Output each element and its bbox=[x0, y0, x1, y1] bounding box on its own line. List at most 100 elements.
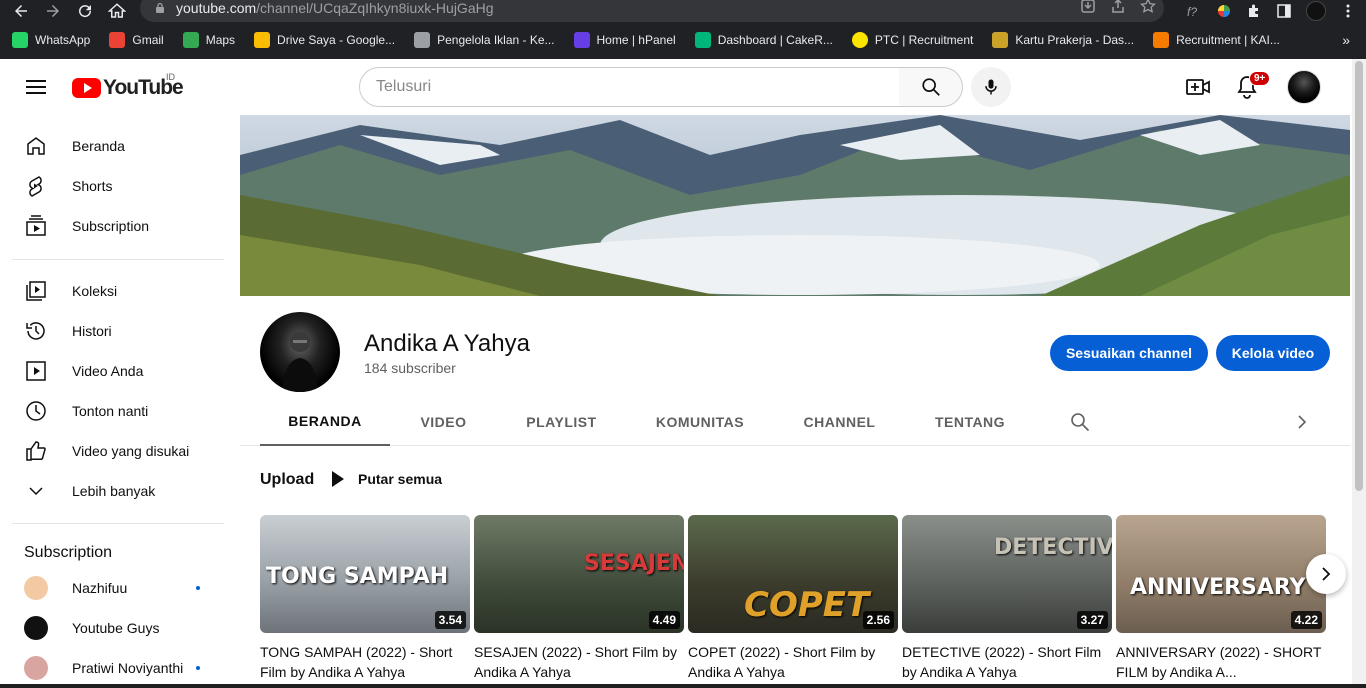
sidebar-item-histori[interactable]: Histori bbox=[12, 311, 224, 351]
sidebar-item-label: Video yang disukai bbox=[72, 443, 190, 459]
cakeresume-icon bbox=[694, 32, 711, 48]
lock-icon bbox=[156, 2, 164, 13]
sidebar-item-tonton-nanti[interactable]: Tonton nanti bbox=[12, 391, 224, 431]
tab-beranda[interactable]: BERANDA bbox=[260, 398, 390, 446]
tab-playlist[interactable]: PLAYLIST bbox=[502, 398, 621, 446]
sidebar-item-shorts[interactable]: Shorts bbox=[12, 166, 224, 206]
tab-tentang[interactable]: TENTANG bbox=[908, 398, 1032, 446]
video-title[interactable]: DETECTIVE (2022) - Short Film by Andika … bbox=[902, 642, 1112, 682]
create-video-icon[interactable] bbox=[1185, 75, 1211, 99]
sidebar-item-label: Tonton nanti bbox=[72, 403, 149, 419]
reload-button[interactable] bbox=[74, 0, 96, 22]
video-card[interactable]: DETECTIVE 3.27 DETECTIVE (2022) - Short Fi… bbox=[902, 515, 1112, 682]
bookmark-item[interactable]: Maps bbox=[182, 32, 235, 48]
video-title[interactable]: TONG SAMPAH (2022) - Short Film by Andik… bbox=[260, 642, 470, 682]
sidebar-item-subscription[interactable]: Subscription bbox=[12, 206, 224, 246]
customize-channel-button[interactable]: Sesuaikan channel bbox=[1050, 335, 1208, 371]
subscription-item[interactable]: Youtube Guys bbox=[12, 608, 224, 648]
video-card[interactable]: TONG SAMPAH 3.54 TONG SAMPAH (2022) - Shor… bbox=[260, 515, 470, 682]
video-card[interactable]: ANNIVERSARY 4.22 ANNIVERSARY (2022) - SHOR… bbox=[1116, 515, 1326, 682]
address-bar[interactable]: youtube.com/channel/UCqaZqIhkyn8iuxk-Huj… bbox=[140, 0, 1164, 22]
video-thumbnail[interactable]: SESAJEN 4.49 bbox=[474, 515, 684, 633]
tab-video[interactable]: VIDEO bbox=[390, 398, 497, 446]
bookmarks-bar: WhatsApp Gmail Maps Drive Saya - Google... P… bbox=[0, 28, 1366, 52]
sidebar-item-beranda[interactable]: Beranda bbox=[12, 126, 224, 166]
video-thumbnail[interactable]: TONG SAMPAH 3.54 bbox=[260, 515, 470, 633]
video-duration: 3.54 bbox=[434, 611, 466, 629]
manage-videos-button[interactable]: Kelola video bbox=[1216, 335, 1330, 371]
bookmark-item[interactable]: Dashboard | CakeR... bbox=[694, 32, 833, 48]
bookmark-item[interactable]: Recruitment | KAI... bbox=[1153, 32, 1280, 48]
video-card[interactable]: SESAJEN 4.49 SESAJEN (2022) - Short Film b… bbox=[474, 515, 684, 682]
bookmarks-overflow-button[interactable]: » bbox=[1342, 32, 1350, 48]
share-icon[interactable] bbox=[1110, 0, 1126, 14]
channel-banner bbox=[240, 115, 1350, 296]
browser-profile-avatar[interactable] bbox=[1306, 1, 1326, 21]
back-button[interactable] bbox=[10, 0, 32, 22]
formula-extension-icon[interactable]: f? bbox=[1186, 3, 1202, 19]
history-icon bbox=[26, 322, 45, 340]
bookmark-item[interactable]: PTC | Recruitment bbox=[851, 32, 973, 48]
channel-search-icon[interactable] bbox=[1070, 412, 1090, 432]
sidebar-divider bbox=[12, 523, 224, 524]
page-scrollbar[interactable] bbox=[1352, 59, 1366, 688]
channel-name: Andika A Yahya bbox=[364, 330, 530, 357]
sidebar-item-koleksi[interactable]: Koleksi bbox=[12, 271, 224, 311]
search-input[interactable]: Telusuri bbox=[359, 67, 900, 107]
shelf-title[interactable]: Upload bbox=[260, 471, 314, 489]
bookmark-item[interactable]: Drive Saya - Google... bbox=[254, 32, 395, 48]
channel-avatar-photo bbox=[282, 332, 318, 392]
sidebar: Beranda Shorts Subscription Koleksi Histori V… bbox=[0, 115, 240, 688]
video-title[interactable]: SESAJEN (2022) - Short Film by Andika A … bbox=[474, 642, 684, 682]
forward-button[interactable] bbox=[42, 0, 64, 22]
chevron-right-icon[interactable] bbox=[1294, 414, 1310, 430]
hamburger-menu-button[interactable] bbox=[24, 76, 48, 98]
account-avatar[interactable] bbox=[1287, 70, 1321, 104]
voice-search-button[interactable] bbox=[971, 67, 1011, 107]
shelf-next-button[interactable] bbox=[1306, 554, 1346, 594]
bookmark-item[interactable]: WhatsApp bbox=[12, 32, 90, 48]
video-card[interactable]: COPET 2.56 COPET (2022) - Short Film by An… bbox=[688, 515, 898, 682]
tab-komunitas[interactable]: KOMUNITAS bbox=[630, 398, 770, 446]
arrow-left-icon bbox=[15, 5, 27, 17]
liked-icon bbox=[26, 441, 46, 461]
subscription-item[interactable]: Nazhifuu bbox=[12, 568, 224, 608]
bookmark-item[interactable]: Home | hPanel bbox=[573, 32, 676, 48]
video-title[interactable]: COPET (2022) - Short Film by Andika A Ya… bbox=[688, 642, 898, 682]
video-thumbnail[interactable]: DETECTIVE 3.27 bbox=[902, 515, 1112, 633]
subscriptions-icon bbox=[26, 215, 46, 236]
bookmark-item[interactable]: Kartu Prakerja - Das... bbox=[992, 32, 1134, 48]
sidepanel-icon[interactable] bbox=[1276, 3, 1292, 19]
install-icon[interactable] bbox=[1080, 0, 1096, 14]
video-title[interactable]: ANNIVERSARY (2022) - SHORT FILM by Andik… bbox=[1116, 642, 1326, 682]
kebab-menu-icon[interactable] bbox=[1340, 3, 1356, 19]
subscription-name: Pratiwi Noviyanthi bbox=[72, 660, 184, 676]
play-all-button[interactable]: Putar semua bbox=[332, 471, 442, 487]
extensions-row: f? bbox=[1186, 0, 1356, 22]
channel-avatar[interactable] bbox=[260, 312, 340, 392]
chevron-right-icon bbox=[1322, 567, 1331, 581]
thumbnail-title-art: TONG SAMPAH bbox=[266, 564, 449, 589]
subscription-item[interactable]: Pratiwi Noviyanthi bbox=[12, 648, 224, 688]
sidebar-item-lebih-banyak[interactable]: Lebih banyak bbox=[12, 471, 224, 511]
video-thumbnail[interactable]: ANNIVERSARY 4.22 bbox=[1116, 515, 1326, 633]
sidebar-item-video-anda[interactable]: Video Anda bbox=[12, 351, 224, 391]
puzzle-icon[interactable] bbox=[1246, 3, 1262, 19]
library-icon bbox=[26, 281, 46, 301]
sidebar-item-label: Lebih banyak bbox=[72, 483, 156, 499]
tab-channel[interactable]: CHANNEL bbox=[780, 398, 899, 446]
thumbnail-title-art: COPET bbox=[744, 585, 870, 625]
color-extension-icon[interactable] bbox=[1216, 3, 1232, 19]
garuda-icon bbox=[992, 32, 1009, 48]
star-icon[interactable] bbox=[1140, 0, 1156, 14]
kai-icon bbox=[1153, 32, 1170, 48]
bookmark-item[interactable]: Pengelola Iklan - Ke... bbox=[414, 32, 555, 48]
bookmark-item[interactable]: Gmail bbox=[109, 32, 164, 48]
sidebar-item-video-yang-disukai[interactable]: Video yang disukai bbox=[12, 431, 224, 471]
home-button[interactable] bbox=[106, 0, 128, 22]
video-thumbnail[interactable]: COPET 2.56 bbox=[688, 515, 898, 633]
search-button[interactable] bbox=[899, 67, 963, 107]
video-duration: 4.22 bbox=[1290, 611, 1322, 629]
scrollbar-thumb[interactable] bbox=[1355, 61, 1363, 491]
new-content-dot bbox=[196, 666, 200, 670]
